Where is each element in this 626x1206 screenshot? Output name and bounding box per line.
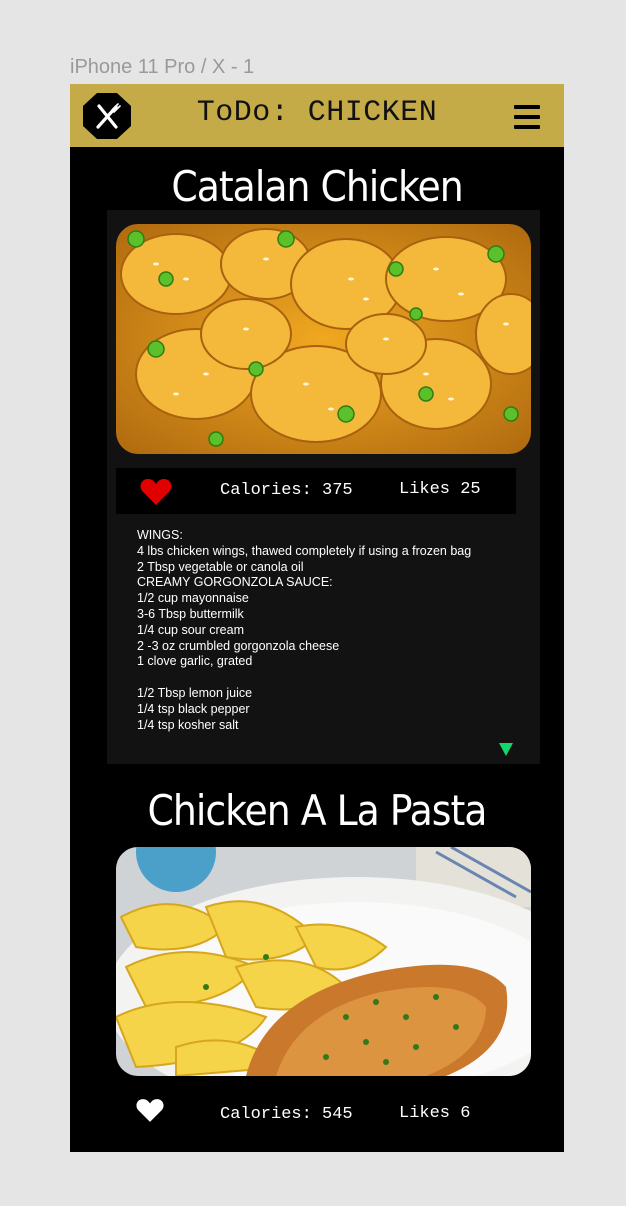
ingredient-line: 1/4 tsp black pepper <box>137 701 250 716</box>
stats-bar: Calories: 545 Likes 6 <box>116 1090 516 1136</box>
hamburger-menu-icon[interactable] <box>514 105 540 129</box>
triangle-down-icon[interactable] <box>499 743 513 756</box>
ingredient-line: 1/2 cup mayonnaise <box>137 591 249 606</box>
phone-screen: ToDo: CHICKEN Catalan Chicken Calories: … <box>70 84 564 1152</box>
ingredient-line: 3-6 Tbsp buttermilk <box>137 606 244 621</box>
stats-bar: Calories: 375 Likes 25 <box>116 468 516 514</box>
ingredient-line: 1/4 tsp kosher salt <box>137 717 239 732</box>
recipe-photo <box>116 847 531 1076</box>
ingredient-line: 1/2 Tbsp lemon juice <box>137 685 253 700</box>
recipe-photo <box>116 224 531 454</box>
page-title: ToDo: CHICKEN <box>196 96 438 130</box>
recipe-card: Calories: 375 Likes 25 WINGS: 4 lbs chic… <box>107 210 540 764</box>
ingredient-line: 2 -3 oz crumbled gorgonzola cheese <box>137 638 340 653</box>
ingredient-line: WINGS: <box>137 528 183 542</box>
heart-icon[interactable] <box>136 1098 164 1123</box>
ingredient-line: 4 lbs chicken wings, thawed completely i… <box>137 543 472 558</box>
likes-label: Likes 25 <box>399 480 481 499</box>
calories-label: Calories: 375 <box>220 481 353 500</box>
calories-label: Calories: 545 <box>220 1105 353 1124</box>
heart-icon[interactable] <box>140 478 172 506</box>
likes-label: Likes 6 <box>399 1104 471 1123</box>
recipe-title: Chicken A La Pasta <box>147 786 488 835</box>
frame-label: iPhone 11 Pro / X - 1 <box>70 56 255 78</box>
recipe-title: Catalan Chicken <box>171 162 463 211</box>
ingredients-list: WINGS: 4 lbs chicken wings, thawed compl… <box>137 528 517 733</box>
ingredient-line: 1/4 cup sour cream <box>137 622 244 637</box>
ingredient-line: 2 Tbsp vegetable or canola oil <box>137 559 304 574</box>
ingredient-line: CREAMY GORGONZOLA SAUCE: <box>137 575 333 590</box>
ingredient-line: 1 clove garlic, grated <box>137 654 253 669</box>
ingredient-line <box>137 670 517 686</box>
app-header: ToDo: CHICKEN <box>70 84 564 147</box>
